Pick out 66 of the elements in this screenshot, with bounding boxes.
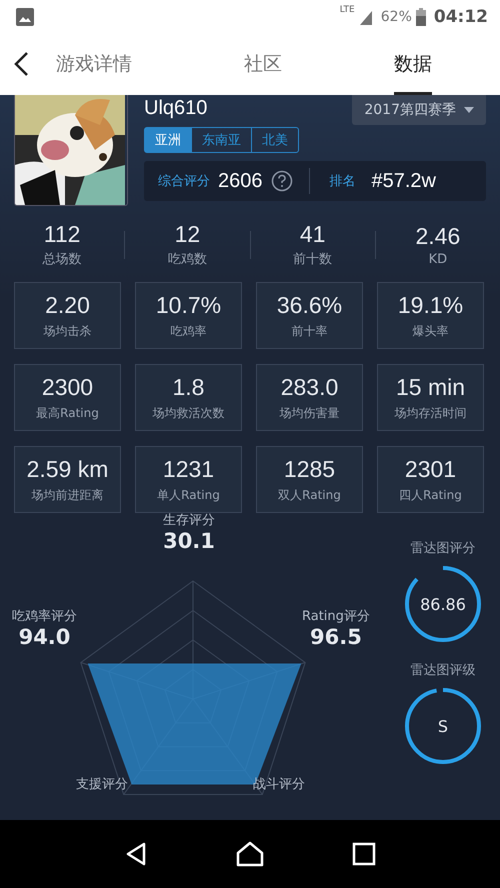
stat-value: 2.46 (415, 222, 460, 250)
player-name: Ulq610 (144, 97, 208, 120)
stat-value: 10.7% (156, 292, 222, 318)
axis-label: Rating评分 (302, 608, 370, 625)
stat-label: 吃鸡数 (168, 251, 207, 268)
score-label: 综合评分 (158, 173, 210, 190)
stat-value: 2.59 km (26, 456, 108, 482)
stat-value: 12 (174, 221, 200, 248)
stat-value: 41 (300, 221, 326, 248)
stat-value: 1.8 (172, 374, 204, 400)
stat-label: 最高Rating (36, 404, 99, 422)
image-icon (16, 8, 34, 26)
region-tab[interactable]: 北美 (251, 128, 298, 152)
score-value: 2606 (218, 170, 262, 192)
tab[interactable]: 社区 (244, 33, 282, 95)
stat-value: 2300 (42, 374, 94, 400)
home-icon[interactable] (236, 841, 264, 867)
stat-value: 283.0 (280, 374, 338, 400)
stat-value: 19.1% (398, 292, 464, 318)
rank-label: 排名 (330, 173, 356, 190)
gauge-title: 雷达图评级 (410, 662, 476, 679)
axis-label: 支援评分 (76, 776, 128, 793)
axis-label: 生存评分 (163, 512, 215, 529)
stat-label: 双人Rating (278, 486, 341, 504)
axis-score: 96.5 (310, 625, 362, 649)
axis-label: 吃鸡率评分 (12, 608, 77, 625)
axis-score: 30.1 (163, 529, 215, 553)
region-tab[interactable]: 东南亚 (191, 128, 251, 152)
stat-label: 场均前进距离 (32, 486, 104, 504)
battery-percent: 62% (380, 8, 412, 24)
stat-value: 15 min (396, 374, 466, 400)
gauge-value: S (438, 716, 448, 736)
stat-value: 1231 (162, 456, 214, 482)
stat-value: 2301 (404, 456, 456, 482)
season-dropdown[interactable]: 2017第四赛季 (352, 95, 486, 125)
recents-icon[interactable] (352, 842, 376, 866)
stat-label: 总场数 (42, 251, 82, 268)
gauge-value: 86.86 (420, 594, 466, 614)
rank-value: #57.2w (372, 170, 436, 192)
stat-label: 场均救活次数 (152, 404, 224, 422)
battery-icon (416, 8, 426, 26)
stat-label: 场均存活时间 (394, 404, 466, 422)
stat-label: 场均伤害量 (280, 404, 340, 422)
gauge-title: 雷达图评分 (410, 540, 476, 557)
network-label: LTE (340, 5, 355, 15)
axis-label: 战斗评分 (253, 776, 305, 793)
back-icon[interactable] (124, 842, 148, 866)
tab[interactable]: 游戏详情 (56, 33, 132, 95)
stat-value: 2.20 (45, 292, 90, 318)
stat-label: 吃鸡率 (170, 322, 206, 340)
clock: 04:12 (434, 6, 488, 26)
stat-label: 单人Rating (157, 486, 220, 504)
signal-icon (358, 8, 373, 24)
axis-score: 94.0 (18, 625, 70, 649)
stat-label: 爆头率 (412, 322, 448, 340)
help-icon[interactable] (270, 170, 292, 192)
stat-label: 场均击杀 (44, 322, 92, 340)
stat-value: 1285 (284, 456, 336, 482)
stat-label: KD (428, 252, 448, 266)
stat-label: 前十率 (292, 322, 328, 340)
caret-icon (464, 107, 474, 113)
region-tab[interactable]: 亚洲 (145, 128, 191, 152)
stat-value: 36.6% (276, 292, 342, 318)
stat-label: 四人Rating (399, 486, 462, 504)
stat-label: 前十数 (293, 251, 332, 268)
stat-value: 112 (44, 221, 80, 248)
